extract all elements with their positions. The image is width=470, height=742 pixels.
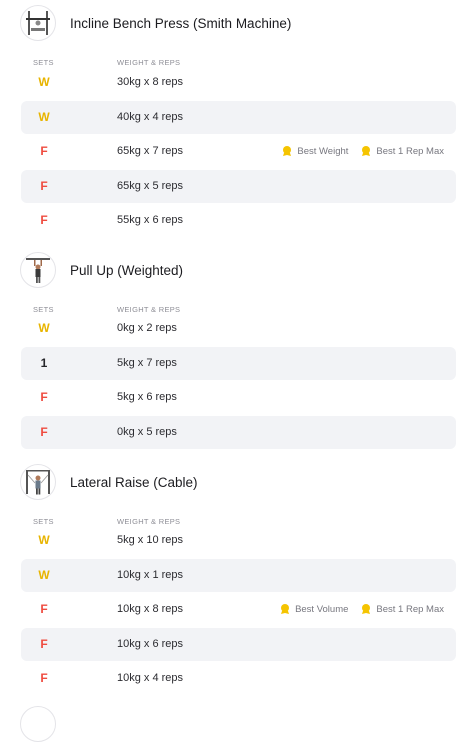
set-type-label: F [40,671,48,685]
set-type-label: W [38,110,50,124]
set-weight-reps: 30kg x 8 reps [117,76,184,88]
set-type-label: 1 [40,356,48,370]
smith-machine-icon [20,5,56,41]
exercise-title[interactable]: Incline Bench Press (Smith Machine) [70,16,291,31]
record-badge-label: Best 1 Rep Max [376,603,444,615]
exercise-header[interactable]: Incline Bench Press (Smith Machine) [20,4,291,42]
set-type-label: F [40,602,48,616]
record-badge-label: Best 1 Rep Max [376,145,444,157]
set-weight-reps: 5kg x 7 reps [117,357,177,369]
set-type-label: F [40,425,48,439]
set-row: F 0kg x 5 reps [21,416,456,449]
medal-icon [360,603,372,615]
set-weight-reps: 65kg x 5 reps [117,180,184,192]
set-row: F 65kg x 7 reps Best Weight Best 1 Rep M… [21,135,456,168]
next-exercise-thumbnail [20,706,56,742]
set-weight-reps: 5kg x 6 reps [117,391,177,403]
record-badge-label: Best Volume [295,603,349,615]
set-weight-reps: 40kg x 4 reps [117,111,184,123]
set-weight-reps: 10kg x 8 reps [117,603,184,615]
set-row: F 10kg x 8 reps Best Volume Best 1 Rep M… [21,593,456,626]
set-row: W 40kg x 4 reps [21,101,456,134]
medal-icon [281,145,293,157]
record-badge: Best 1 Rep Max [360,603,444,615]
set-weight-reps: 10kg x 4 reps [117,672,184,684]
pull-up-icon [20,252,56,288]
set-row: W 10kg x 1 reps [21,559,456,592]
set-type-label: F [40,637,48,651]
set-type-label: F [40,213,48,227]
medal-icon [279,603,291,615]
set-weight-reps: 10kg x 1 reps [117,569,184,581]
set-row: F 5kg x 6 reps [21,381,456,414]
exercise-title[interactable]: Pull Up (Weighted) [70,263,183,278]
set-row: 1 5kg x 7 reps [21,347,456,380]
exercise-header[interactable]: Pull Up (Weighted) [20,251,183,289]
set-type-label: W [38,75,50,89]
record-badge-label: Best Weight [297,145,349,157]
set-type-label: F [40,144,48,158]
set-type-label: W [38,533,50,547]
set-type-label: F [40,390,48,404]
set-weight-reps: 55kg x 6 reps [117,214,184,226]
set-row: F 10kg x 6 reps [21,628,456,661]
set-row: F 55kg x 6 reps [21,204,456,237]
record-badge: Best 1 Rep Max [360,145,444,157]
set-weight-reps: 0kg x 2 reps [117,322,177,334]
set-row: F 65kg x 5 reps [21,170,456,203]
medal-icon [360,145,372,157]
set-type-label: W [38,568,50,582]
set-weight-reps: 65kg x 7 reps [117,145,184,157]
set-row: W 5kg x 10 reps [21,524,456,557]
set-row: W 30kg x 8 reps [21,66,456,99]
set-type-label: W [38,321,50,335]
record-badge: Best Weight [281,145,348,157]
set-weight-reps: 10kg x 6 reps [117,638,184,650]
set-row: F 10kg x 4 reps [21,662,456,695]
cable-machine-icon [20,464,56,500]
exercise-title[interactable]: Lateral Raise (Cable) [70,475,198,490]
record-badges: Best Volume Best 1 Rep Max [279,603,444,615]
record-badges: Best Weight Best 1 Rep Max [281,145,444,157]
exercise-header[interactable]: Lateral Raise (Cable) [20,463,198,501]
set-weight-reps: 0kg x 5 reps [117,426,177,438]
set-weight-reps: 5kg x 10 reps [117,534,184,546]
set-row: W 0kg x 2 reps [21,312,456,345]
set-type-label: F [40,179,48,193]
record-badge: Best Volume [279,603,348,615]
